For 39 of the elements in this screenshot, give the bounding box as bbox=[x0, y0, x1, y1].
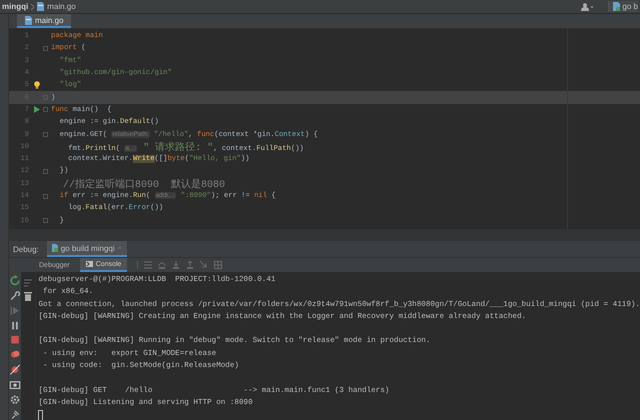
pause-icon[interactable] bbox=[9, 320, 21, 331]
camera-icon[interactable] bbox=[9, 378, 21, 390]
chevron-icon bbox=[31, 4, 34, 10]
text-cursor bbox=[38, 410, 44, 420]
stop-icon[interactable] bbox=[9, 334, 21, 346]
pin-icon[interactable] bbox=[9, 408, 21, 420]
lightbulb-icon[interactable] bbox=[34, 81, 40, 90]
run-to-cursor-icon[interactable] bbox=[200, 261, 208, 269]
file-tab[interactable]: main.go bbox=[17, 14, 72, 28]
file-icon bbox=[25, 16, 32, 24]
step-over-icon[interactable] bbox=[158, 261, 166, 269]
step-out-icon[interactable] bbox=[186, 261, 194, 269]
run-config-selector[interactable]: go b bbox=[608, 1, 638, 12]
file-icon bbox=[37, 2, 44, 11]
fold-icon[interactable] bbox=[42, 107, 48, 112]
wrench-icon[interactable] bbox=[9, 290, 21, 302]
trash-icon[interactable] bbox=[24, 292, 32, 301]
settings-icon[interactable] bbox=[9, 394, 21, 406]
step-into-icon[interactable] bbox=[172, 261, 180, 269]
fold-icon[interactable] bbox=[42, 218, 48, 224]
debug-label: Debug: bbox=[13, 244, 39, 254]
run-icon[interactable] bbox=[34, 106, 40, 114]
list-icon[interactable] bbox=[144, 261, 152, 269]
run-config-icon bbox=[52, 244, 58, 252]
fold-icon[interactable] bbox=[42, 95, 48, 100]
breadcrumb-file[interactable]: main.go bbox=[47, 2, 76, 11]
soft-wrap-icon[interactable] bbox=[24, 278, 33, 287]
console-icon bbox=[86, 261, 93, 267]
table-icon[interactable] bbox=[214, 261, 222, 269]
fold-icon[interactable] bbox=[42, 194, 48, 198]
rerun-icon[interactable] bbox=[9, 275, 21, 286]
fold-icon[interactable] bbox=[42, 168, 48, 174]
fold-icon[interactable] bbox=[42, 46, 48, 51]
project-name[interactable]: mingqi bbox=[2, 2, 28, 11]
user-icon[interactable] bbox=[581, 2, 594, 10]
mute-breakpoints-icon[interactable] bbox=[9, 364, 21, 376]
code-line: //指定监听端口8090 默认是8080 bbox=[62, 178, 226, 191]
fold-icon[interactable] bbox=[42, 132, 48, 138]
run-config-icon bbox=[613, 2, 620, 11]
